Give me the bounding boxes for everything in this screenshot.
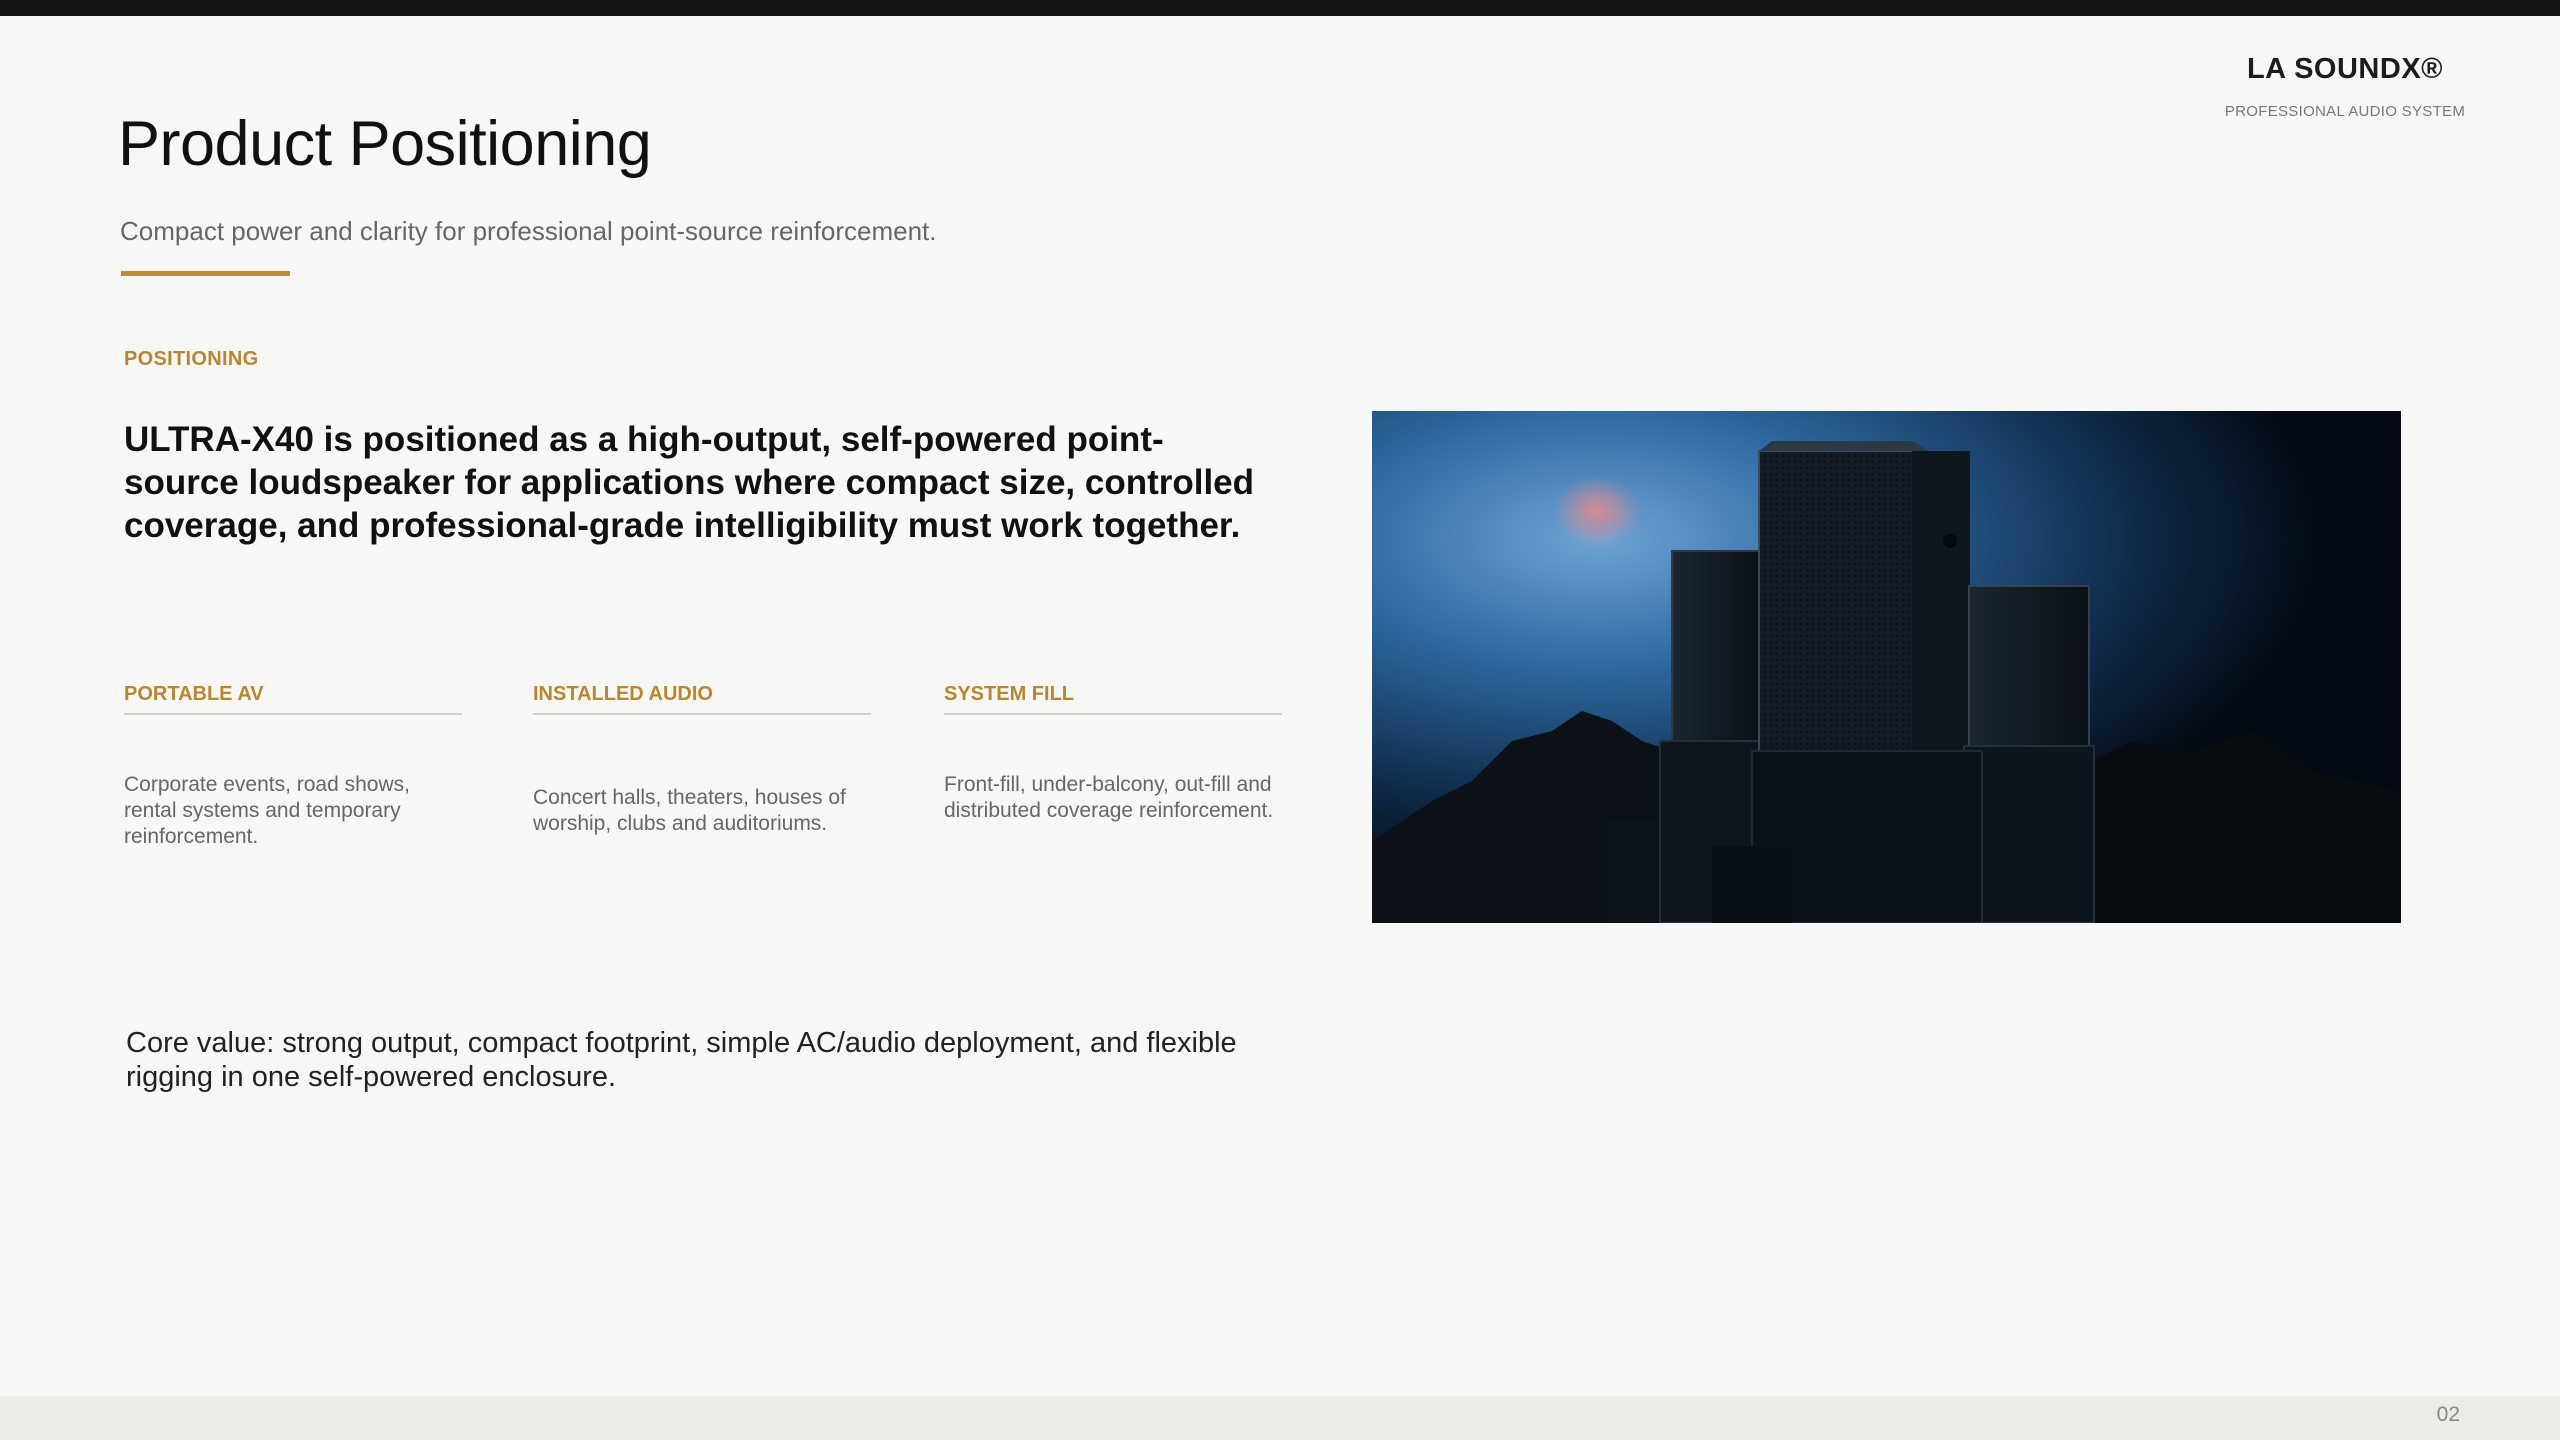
application-divider bbox=[533, 713, 871, 715]
application-label: PORTABLE AV bbox=[124, 683, 264, 705]
accent-divider bbox=[121, 271, 290, 276]
product-photo bbox=[1372, 411, 2401, 923]
positioning-statement: ULTRA-X40 is positioned as a high-output… bbox=[124, 420, 1255, 545]
page-number: 02 bbox=[2436, 1403, 2460, 1426]
application-label: INSTALLED AUDIO bbox=[533, 683, 713, 705]
application-description: Concert halls, theaters, houses of worsh… bbox=[533, 786, 846, 835]
application-description: Corporate events, road shows, rental sys… bbox=[124, 773, 410, 848]
section-label: POSITIONING bbox=[124, 348, 259, 370]
application-label: SYSTEM FILL bbox=[944, 683, 1074, 705]
page-title: Product Positioning bbox=[118, 109, 652, 179]
brand-logo: LA SOUNDX® bbox=[2246, 53, 2444, 85]
application-divider bbox=[944, 713, 1282, 715]
application-description: Front-fill, under-balcony, out-fill and … bbox=[944, 773, 1274, 822]
slide: LA SOUNDX® PROFESSIONAL AUDIO SYSTEM Pro… bbox=[0, 0, 2560, 1440]
application-installed-audio: INSTALLED AUDIO Concert halls, theaters,… bbox=[533, 683, 871, 835]
brand-tagline: PROFESSIONAL AUDIO SYSTEM bbox=[2224, 103, 2466, 120]
application-divider bbox=[124, 713, 462, 715]
application-system-fill: SYSTEM FILL Front-fill, under-balcony, o… bbox=[944, 683, 1282, 822]
top-bar bbox=[0, 0, 2560, 16]
speaker-illustration bbox=[1372, 411, 2401, 923]
footer-bar bbox=[0, 1396, 2560, 1440]
application-portable-av: PORTABLE AV Corporate events, road shows… bbox=[124, 683, 462, 848]
core-value-statement: Core value: strong output, compact footp… bbox=[126, 1027, 1237, 1093]
page-subtitle: Compact power and clarity for profession… bbox=[120, 216, 937, 246]
